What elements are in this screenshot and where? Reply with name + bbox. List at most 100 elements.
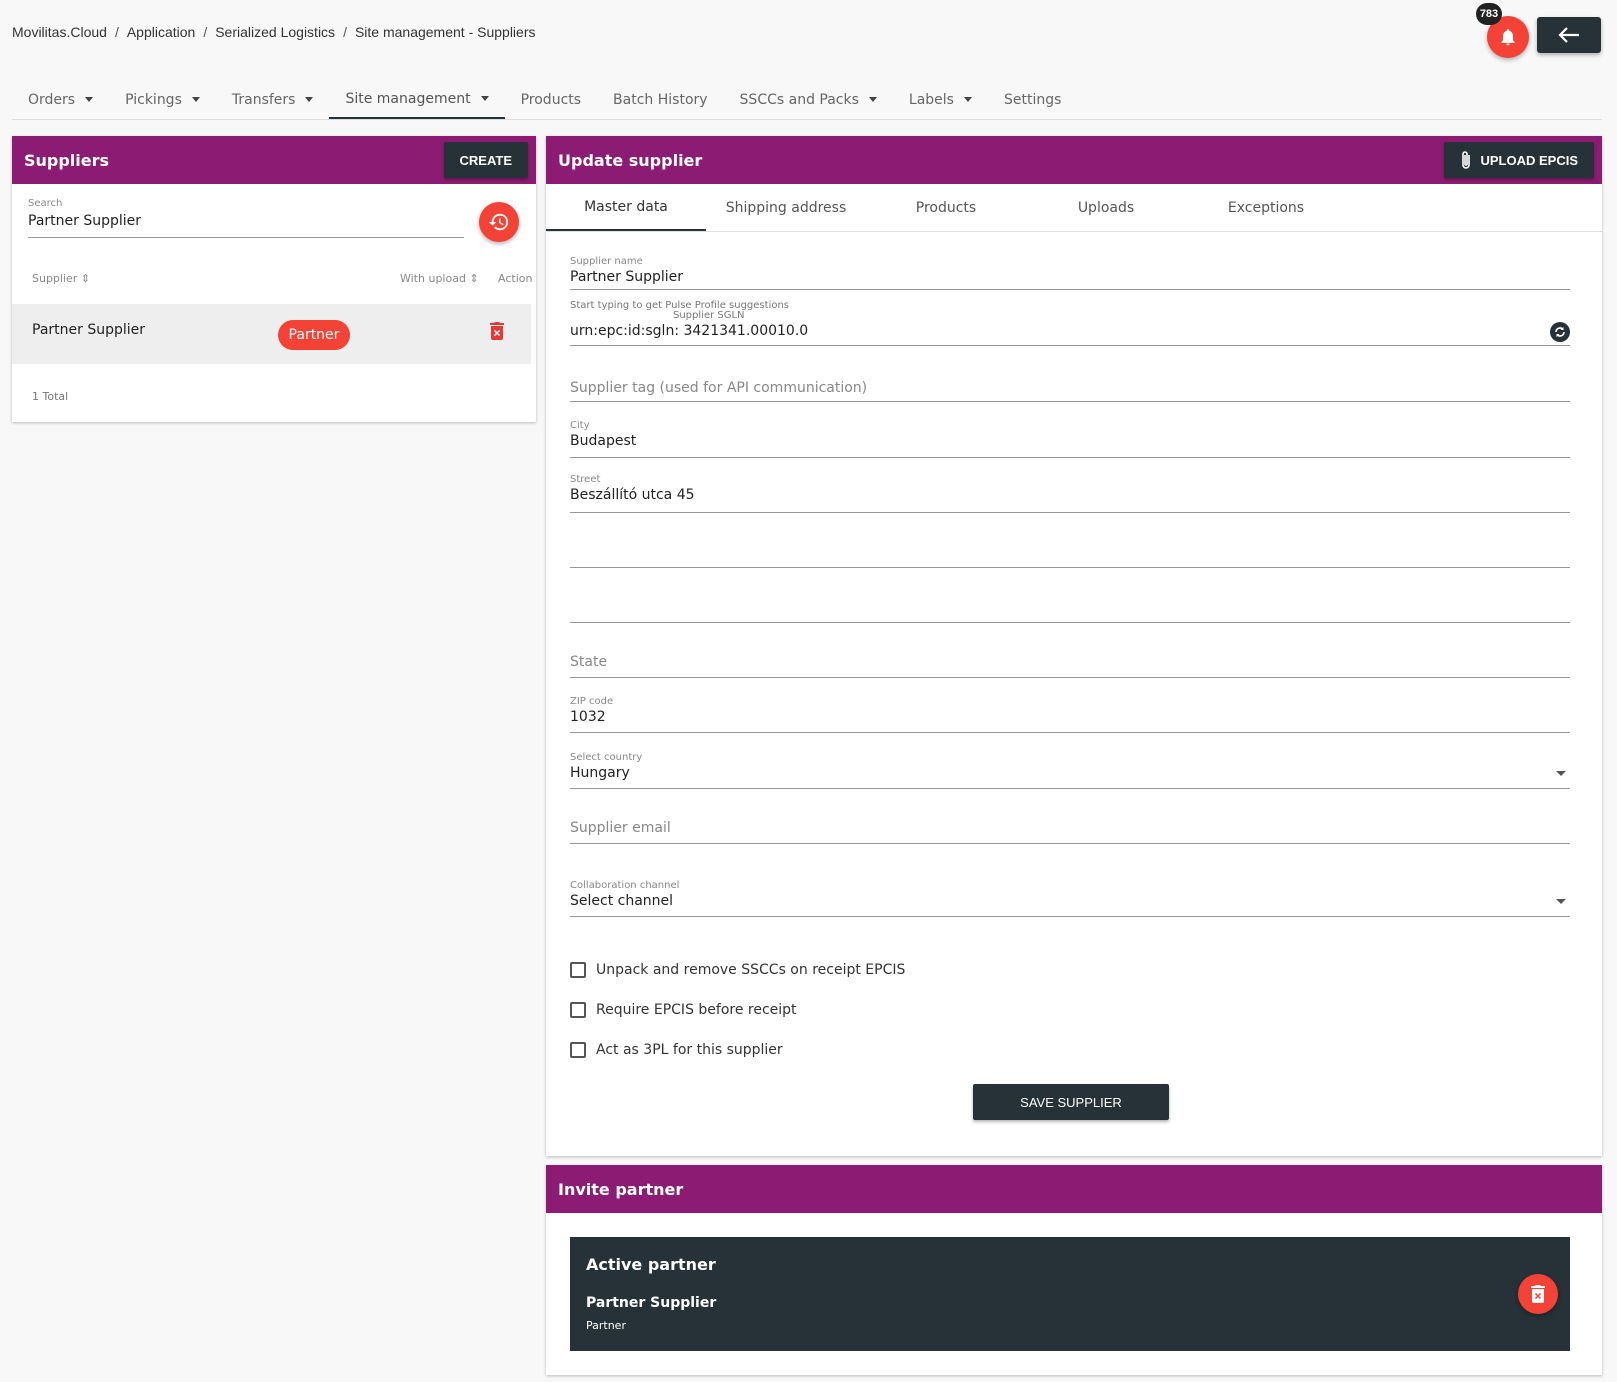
- city-field[interactable]: City Budapest: [570, 420, 1570, 458]
- nav-ssccs-and-packs[interactable]: SSCCs and Packs: [724, 80, 893, 119]
- active-partner-card: Active partner Partner Supplier Partner: [570, 1237, 1570, 1351]
- main-nav: Orders Pickings Transfers Site managemen…: [12, 80, 1602, 120]
- paperclip-icon: [1462, 151, 1471, 169]
- partner-name: Partner Supplier: [586, 1295, 717, 1311]
- street-field[interactable]: Street Beszállító utca 45: [570, 474, 1570, 513]
- caret-down-icon: [191, 97, 200, 102]
- nav-batch-history[interactable]: Batch History: [597, 80, 724, 119]
- address-line-2-field[interactable]: [570, 536, 1570, 568]
- update-supplier-panel: Update supplier UPLOAD EPCIS Master data…: [546, 136, 1602, 1156]
- partner-type: Partner: [586, 1319, 626, 1332]
- nav-pickings[interactable]: Pickings: [109, 80, 216, 119]
- column-header-supplier[interactable]: Supplier ⇕: [32, 272, 90, 285]
- caret-down-icon: [963, 97, 972, 102]
- suppliers-title: Suppliers: [24, 150, 110, 170]
- row-supplier-name: Partner Supplier: [32, 322, 146, 338]
- checkbox-label: Require EPCIS before receipt: [596, 1002, 797, 1018]
- arrow-left-icon: [1558, 27, 1579, 43]
- checkbox-label: Unpack and remove SSCCs on receipt EPCIS: [596, 962, 906, 978]
- zip-code-field[interactable]: ZIP code 1032: [570, 696, 1570, 733]
- field-label: Street: [570, 474, 601, 485]
- caret-down-icon: [868, 97, 877, 102]
- supplier-tabs: Master data Shipping address Products Up…: [546, 184, 1602, 232]
- reset-search-button[interactable]: [479, 202, 519, 242]
- upload-epcis-button[interactable]: UPLOAD EPCIS: [1444, 142, 1594, 178]
- field-value: Hungary: [570, 765, 630, 781]
- history-icon: [488, 213, 509, 231]
- total-count: 1 Total: [32, 390, 69, 403]
- caret-down-icon: [85, 97, 94, 102]
- field-label: Select country: [570, 752, 643, 763]
- nav-label: Site management: [345, 90, 471, 107]
- sgln-field[interactable]: urn:epc:id:sgln: 3421341.00010.0: [570, 320, 1570, 346]
- breadcrumb-item-serialized-logistics[interactable]: Serialized Logistics: [215, 24, 335, 40]
- state-field[interactable]: State: [570, 648, 1570, 678]
- field-value: Partner Supplier: [570, 269, 684, 285]
- partner-chip: Partner: [278, 320, 350, 350]
- update-supplier-header: Update supplier UPLOAD EPCIS: [546, 136, 1602, 184]
- search-input[interactable]: Search Partner Supplier: [28, 198, 464, 238]
- nav-labels[interactable]: Labels: [893, 80, 988, 119]
- breadcrumb-item-application[interactable]: Application: [127, 24, 196, 40]
- nav-transfers[interactable]: Transfers: [216, 80, 330, 119]
- breadcrumb-item-root[interactable]: Movilitas.Cloud: [12, 24, 107, 40]
- remove-partner-button[interactable]: [1518, 1274, 1558, 1314]
- nav-label: Labels: [908, 91, 954, 108]
- bell-icon: [1501, 29, 1515, 46]
- field-value: 1032: [570, 709, 606, 725]
- field-label: Collaboration channel: [570, 880, 680, 891]
- checkbox-label: Act as 3PL for this supplier: [596, 1042, 783, 1058]
- checkbox-box[interactable]: [570, 1042, 586, 1058]
- create-button[interactable]: CREATE: [443, 142, 528, 178]
- active-partner-title: Active partner: [586, 1255, 716, 1274]
- nav-site-management[interactable]: Site management: [329, 80, 505, 119]
- table-row[interactable]: Partner Supplier Partner: [12, 304, 531, 364]
- breadcrumb: Movilitas.Cloud / Application / Serializ…: [12, 24, 536, 40]
- back-button[interactable]: [1537, 17, 1601, 53]
- breadcrumb-separator: /: [114, 24, 119, 40]
- column-header-label: Supplier: [32, 272, 78, 285]
- field-value: Beszállító utca 45: [570, 487, 695, 503]
- nav-orders[interactable]: Orders: [12, 80, 109, 119]
- caret-down-icon: [305, 97, 314, 102]
- caret-down-icon: [480, 96, 489, 101]
- checkbox-box[interactable]: [570, 1002, 586, 1018]
- delete-icon[interactable]: [490, 322, 504, 344]
- nav-label: SSCCs and Packs: [739, 91, 859, 108]
- column-header-with-upload[interactable]: With upload ⇕: [400, 272, 479, 285]
- dropdown-arrow-icon: [1556, 899, 1566, 904]
- address-line-3-field[interactable]: [570, 591, 1570, 623]
- checkbox-unpack-sscc[interactable]: Unpack and remove SSCCs on receipt EPCIS: [570, 962, 905, 978]
- country-select[interactable]: Select country Hungary: [570, 752, 1570, 789]
- checkbox-act-as-3pl[interactable]: Act as 3PL for this supplier: [570, 1042, 783, 1058]
- save-supplier-button[interactable]: SAVE SUPPLIER: [973, 1084, 1169, 1120]
- tab-shipping-address[interactable]: Shipping address: [706, 184, 866, 231]
- tab-uploads[interactable]: Uploads: [1026, 184, 1186, 231]
- tab-master-data[interactable]: Master data: [546, 184, 706, 231]
- nav-label: Transfers: [231, 91, 296, 108]
- nav-label: Pickings: [125, 91, 182, 108]
- field-label: ZIP code: [570, 696, 614, 707]
- tab-products[interactable]: Products: [866, 184, 1026, 231]
- checkbox-require-epcis[interactable]: Require EPCIS before receipt: [570, 1002, 797, 1018]
- field-label: Supplier name: [570, 256, 643, 267]
- supplier-email-field[interactable]: Supplier email: [570, 814, 1570, 844]
- field-placeholder: State: [570, 654, 608, 670]
- supplier-tag-field[interactable]: Supplier tag (used for API communication…: [570, 374, 1570, 402]
- column-header-action: Action: [498, 272, 533, 285]
- field-label: City: [570, 420, 590, 431]
- suppliers-panel: Suppliers CREATE Search Partner Supplier…: [12, 136, 536, 422]
- supplier-name-field[interactable]: Supplier name Partner Supplier: [570, 256, 1570, 290]
- nav-label: Products: [520, 91, 582, 108]
- breadcrumb-item-current: Site management - Suppliers: [354, 24, 536, 40]
- field-placeholder: Supplier email: [570, 820, 671, 836]
- collaboration-channel-select[interactable]: Collaboration channel Select channel: [570, 880, 1570, 917]
- checkbox-box[interactable]: [570, 962, 586, 978]
- sync-icon[interactable]: [1550, 322, 1570, 342]
- nav-settings[interactable]: Settings: [988, 80, 1077, 119]
- invite-partner-header: Invite partner: [546, 1165, 1602, 1213]
- nav-label: Batch History: [613, 91, 708, 108]
- tab-exceptions[interactable]: Exceptions: [1186, 184, 1346, 231]
- sort-icon: ⇕: [469, 272, 479, 285]
- nav-products[interactable]: Products: [505, 80, 597, 119]
